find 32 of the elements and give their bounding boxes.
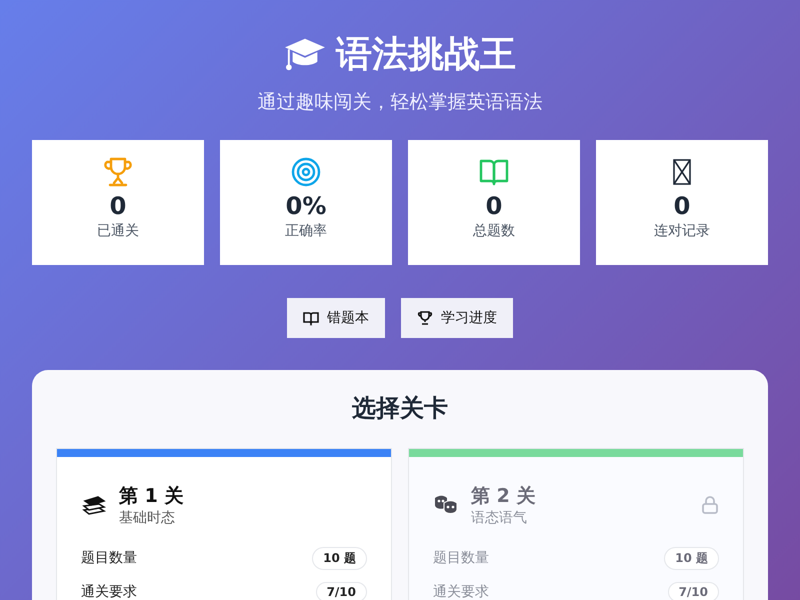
- book-icon: [303, 310, 319, 326]
- action-button[interactable]: 学习进度: [401, 298, 513, 338]
- target-icon: [290, 156, 322, 188]
- level-info-label: 题目数量: [81, 549, 137, 567]
- trophy-icon: [102, 156, 134, 188]
- level-info-label: 通关要求: [433, 583, 489, 600]
- stat-value: 0: [674, 192, 690, 220]
- level-info-value: 10 题: [312, 546, 367, 570]
- level-title: 第 2 关: [471, 484, 536, 509]
- stat-label: 总题数: [473, 222, 515, 240]
- stat-label: 连对记录: [654, 222, 710, 240]
- level-info-label: 题目数量: [433, 549, 489, 567]
- panel-title: 选择关卡: [351, 393, 449, 424]
- stat-label: 已通关: [97, 222, 139, 240]
- action-button[interactable]: 错题本: [287, 298, 385, 338]
- stat-value: 0%: [286, 192, 326, 220]
- stat-value: 0: [486, 192, 502, 220]
- trophy-icon: [417, 310, 433, 326]
- lock-icon: [701, 495, 719, 515]
- level-info-value: 7/10: [668, 582, 719, 600]
- level-subtitle: 语态语气: [471, 509, 528, 527]
- stat-label: 正确率: [285, 222, 327, 240]
- level-info-value: 7/10: [316, 582, 367, 600]
- stat-value: 0: [110, 192, 126, 220]
- level-title: 第 1 关: [119, 484, 184, 509]
- level-subtitle: 基础时态: [119, 509, 176, 527]
- app-title: 语法挑战王: [336, 32, 516, 76]
- app-subtitle: 通过趣味闯关，轻松掌握英语语法: [256, 90, 544, 115]
- level-card[interactable]: 第 2 关 语态语气 题目数量 10 题 通关要求 7/10: [408, 448, 744, 600]
- level-card[interactable]: 第 1 关 基础时态 题目数量 10 题 通关要求 7/10: [56, 448, 392, 600]
- level-info-label: 通关要求: [81, 583, 137, 600]
- level-info-value: 10 题: [664, 546, 719, 570]
